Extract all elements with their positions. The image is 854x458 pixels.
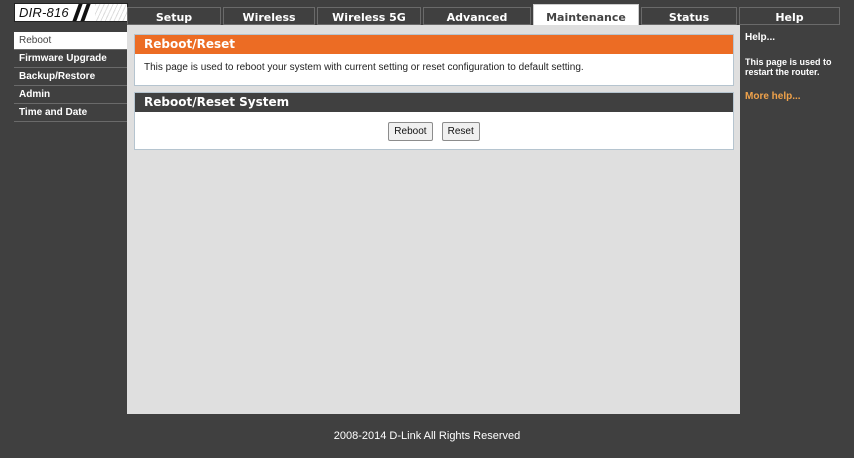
section-description: This page is used to reboot your system … [144, 62, 584, 73]
reboot-button[interactable]: Reboot [388, 122, 433, 141]
tab-wireless[interactable]: Wireless [223, 7, 315, 25]
sidebar-item-admin[interactable]: Admin [14, 86, 127, 104]
section-title: Reboot/Reset [135, 35, 733, 54]
section-title: Reboot/Reset System [135, 93, 733, 112]
tab-wireless-5g[interactable]: Wireless 5G [317, 7, 421, 25]
footer-copyright: 2008-2014 D-Link All Rights Reserved [333, 430, 521, 442]
sidebar-item-time-and-date[interactable]: Time and Date [14, 104, 127, 122]
sidebar-item-reboot[interactable]: Reboot [14, 32, 127, 50]
tab-setup[interactable]: Setup [127, 7, 221, 25]
main-content: Reboot/Reset This page is used to reboot… [127, 25, 740, 414]
reboot-reset-panel: Reboot/Reset This page is used to reboot… [134, 34, 734, 86]
tab-advanced[interactable]: Advanced [423, 7, 531, 25]
tab-maintenance[interactable]: Maintenance [533, 4, 639, 26]
dlink-logo: DIR-816 [14, 3, 128, 22]
more-help-link[interactable]: More help... [745, 91, 801, 102]
button-row: Reboot Reset [135, 122, 733, 141]
sidebar-item-firmware-upgrade[interactable]: Firmware Upgrade [14, 50, 127, 68]
logo-hatch [95, 4, 127, 21]
reboot-reset-system-panel: Reboot/Reset System Reboot Reset [134, 92, 734, 150]
tab-status[interactable]: Status [641, 7, 737, 25]
model-name: DIR-816 [19, 5, 69, 20]
sidebar: Reboot Firmware Upgrade Backup/Restore A… [14, 32, 127, 122]
tab-help[interactable]: Help [739, 7, 840, 25]
help-text: This page is used to restart the router. [745, 57, 832, 77]
sidebar-item-backup-restore[interactable]: Backup/Restore [14, 68, 127, 86]
reset-button[interactable]: Reset [441, 122, 480, 141]
help-title: Help... [745, 32, 776, 43]
